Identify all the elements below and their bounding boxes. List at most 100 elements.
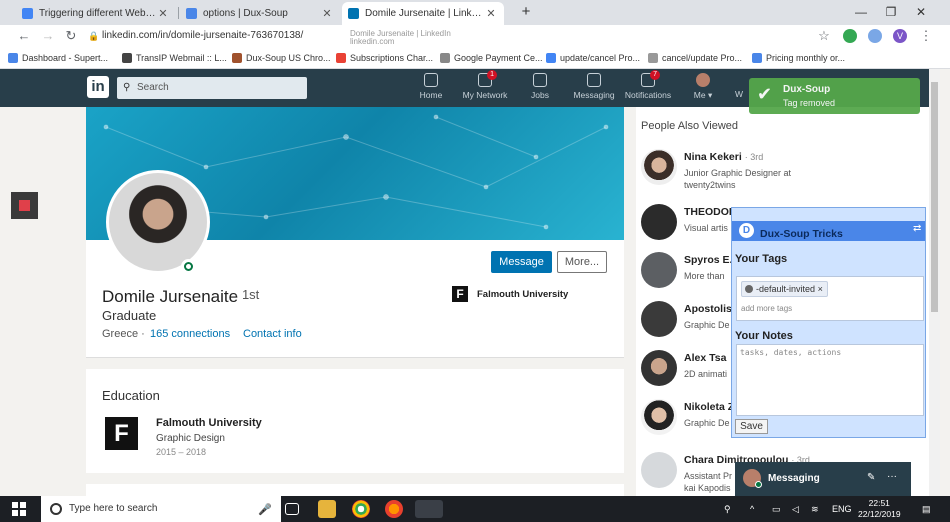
tab-duxsoup-options[interactable]: options | Dux-Soup ✕ bbox=[180, 2, 340, 25]
browser-tab-bar: Triggering different Webhooks fr ✕ optio… bbox=[0, 0, 950, 25]
maximize-icon[interactable]: ❐ bbox=[876, 2, 906, 22]
reload-icon[interactable]: ↻ bbox=[63, 28, 79, 44]
nav-home[interactable]: Home bbox=[403, 73, 459, 100]
language-indicator[interactable]: ENG bbox=[832, 504, 852, 514]
panel-title: Dux-Soup Tricks bbox=[760, 228, 843, 240]
minimize-panel-icon[interactable]: ⇄ bbox=[913, 223, 921, 234]
firefox-icon[interactable] bbox=[385, 500, 403, 518]
menu-kebab-icon[interactable]: ⋮ bbox=[918, 28, 934, 44]
tab-webhooks[interactable]: Triggering different Webhooks fr ✕ bbox=[16, 2, 176, 25]
compose-icon[interactable]: ✎ bbox=[867, 472, 875, 483]
school-name[interactable]: Falmouth University bbox=[156, 417, 262, 429]
tags-label: Your Tags bbox=[735, 253, 788, 265]
wifi-icon[interactable]: ≋ bbox=[811, 504, 819, 515]
bookmark-item[interactable]: cancel/update Pro... bbox=[648, 51, 742, 65]
message-button[interactable]: Message bbox=[491, 251, 552, 273]
more-button[interactable]: More... bbox=[557, 251, 607, 273]
extension-icon[interactable] bbox=[843, 29, 857, 43]
people-icon[interactable]: ⚲ bbox=[724, 504, 731, 515]
bookmark-item[interactable]: Subscriptions Char... bbox=[336, 51, 433, 65]
avatar bbox=[641, 350, 677, 386]
windows-start-icon[interactable] bbox=[12, 502, 26, 516]
notifications-icon[interactable]: ▤ bbox=[922, 504, 931, 515]
contact-info-link[interactable]: Contact info bbox=[243, 328, 302, 340]
bookmark-icon bbox=[336, 53, 346, 63]
duxsoup-toast: ✔ Dux-Soup Tag removed bbox=[749, 78, 920, 114]
file-explorer-icon[interactable] bbox=[318, 500, 336, 518]
nav-notifications[interactable]: 7 Notifications bbox=[620, 70, 676, 100]
duxsoup-logo-icon: D bbox=[739, 223, 754, 238]
forward-icon[interactable]: → bbox=[40, 28, 56, 44]
avatar bbox=[641, 149, 677, 185]
bookmark-item[interactable]: Google Payment Ce... bbox=[440, 51, 543, 65]
google-icon bbox=[546, 53, 556, 63]
connections-link[interactable]: 165 connections bbox=[150, 328, 230, 340]
toast-title: Dux-Soup bbox=[783, 84, 831, 95]
profile-photo[interactable] bbox=[106, 170, 210, 274]
bookmark-item[interactable]: Pricing monthly or... bbox=[752, 51, 845, 65]
taskbar-clock[interactable]: 22:51 22/12/2019 bbox=[858, 498, 901, 520]
education-card: Education F Falmouth University Graphic … bbox=[86, 369, 624, 473]
list-item[interactable]: Nina Kekeri · 3rd Junior Graphic Designe… bbox=[641, 149, 931, 193]
task-view-icon[interactable] bbox=[285, 503, 299, 515]
checkmark-icon: ✔ bbox=[757, 84, 773, 104]
profile-avatar[interactable]: V bbox=[893, 29, 907, 43]
bookmark-item[interactable]: Dashboard - Supert... bbox=[8, 51, 108, 65]
nav-messaging[interactable]: Messaging bbox=[566, 73, 622, 100]
bookmark-star-icon[interactable]: ☆ bbox=[816, 28, 832, 44]
back-icon[interactable]: ← bbox=[16, 28, 32, 44]
duxsoup-tricks-panel: D Dux-Soup Tricks ⇄ Your Tags -default-i… bbox=[731, 207, 926, 438]
notes-label: Your Notes bbox=[735, 330, 793, 342]
next-section-card bbox=[86, 484, 624, 496]
close-icon[interactable]: ✕ bbox=[156, 7, 170, 20]
school-logo[interactable]: F bbox=[452, 286, 468, 302]
duxsoup-extension-icon[interactable] bbox=[868, 29, 882, 43]
page-scrollbar[interactable] bbox=[929, 69, 940, 496]
url-text: linkedin.com/in/domile-jursenaite-763670… bbox=[102, 30, 304, 41]
nav-my-network[interactable]: 1 My Network bbox=[457, 70, 513, 100]
close-icon[interactable]: ✕ bbox=[484, 7, 498, 20]
save-button[interactable]: Save bbox=[735, 419, 768, 434]
microphone-icon[interactable]: 🎤 bbox=[258, 503, 272, 516]
cortana-icon bbox=[50, 503, 62, 515]
badge: 1 bbox=[487, 70, 497, 80]
close-icon[interactable]: ✕ bbox=[320, 7, 334, 20]
toast-message: Tag removed bbox=[783, 98, 836, 108]
chevron-up-icon[interactable]: ^ bbox=[750, 504, 754, 514]
stop-recording-button[interactable] bbox=[11, 192, 38, 219]
tab-title: Triggering different Webhooks fr bbox=[39, 8, 156, 19]
chrome-active-icon[interactable] bbox=[415, 500, 443, 518]
bookmark-item[interactable]: update/cancel Pro... bbox=[546, 51, 640, 65]
search-input[interactable]: ⚲ Search bbox=[117, 77, 307, 99]
tags-field[interactable]: -default-invited × add more tags bbox=[736, 276, 924, 321]
add-tag-input[interactable]: add more tags bbox=[741, 304, 792, 313]
minimize-icon[interactable]: — bbox=[846, 2, 876, 22]
lock-icon: 🔒 bbox=[88, 31, 100, 41]
tab-linkedin[interactable]: Domile Jursenaite | LinkedIn ✕ bbox=[342, 2, 504, 25]
google-icon bbox=[440, 53, 450, 63]
duxsoup-icon bbox=[752, 53, 762, 63]
messaging-bar[interactable]: Messaging ✎ ··· bbox=[735, 462, 911, 496]
school-link[interactable]: Falmouth University bbox=[477, 289, 568, 300]
bookmark-item[interactable]: TransIP Webmail :: L... bbox=[122, 51, 227, 65]
online-status-indicator bbox=[181, 259, 196, 274]
new-tab-button[interactable]: + bbox=[511, 2, 541, 22]
taskbar-search-input[interactable]: Type here to search bbox=[41, 496, 281, 522]
remove-tag-icon[interactable]: × bbox=[818, 284, 823, 294]
windows-taskbar: Type here to search 🎤 ⚲ ^ ▭ ◁ ≋ ENG 22:5… bbox=[0, 496, 950, 522]
school-logo[interactable]: F bbox=[105, 417, 138, 450]
close-window-icon[interactable]: ✕ bbox=[906, 2, 936, 22]
section-title: Education bbox=[102, 388, 160, 403]
network-icon[interactable]: ▭ bbox=[772, 504, 781, 515]
volume-icon[interactable]: ◁ bbox=[792, 504, 799, 515]
scroll-thumb[interactable] bbox=[931, 82, 938, 312]
nav-jobs[interactable]: Jobs bbox=[512, 73, 568, 100]
chrome-icon[interactable] bbox=[352, 500, 370, 518]
tag-icon bbox=[745, 285, 753, 293]
bookmark-item[interactable]: Dux-Soup US Chro... bbox=[232, 51, 331, 65]
stop-icon bbox=[19, 200, 30, 211]
more-options-icon[interactable]: ··· bbox=[887, 471, 897, 482]
linkedin-logo[interactable]: in bbox=[87, 76, 109, 98]
notes-textarea[interactable]: tasks, dates, actions bbox=[736, 344, 924, 416]
profile-location: Greece · bbox=[102, 328, 145, 340]
